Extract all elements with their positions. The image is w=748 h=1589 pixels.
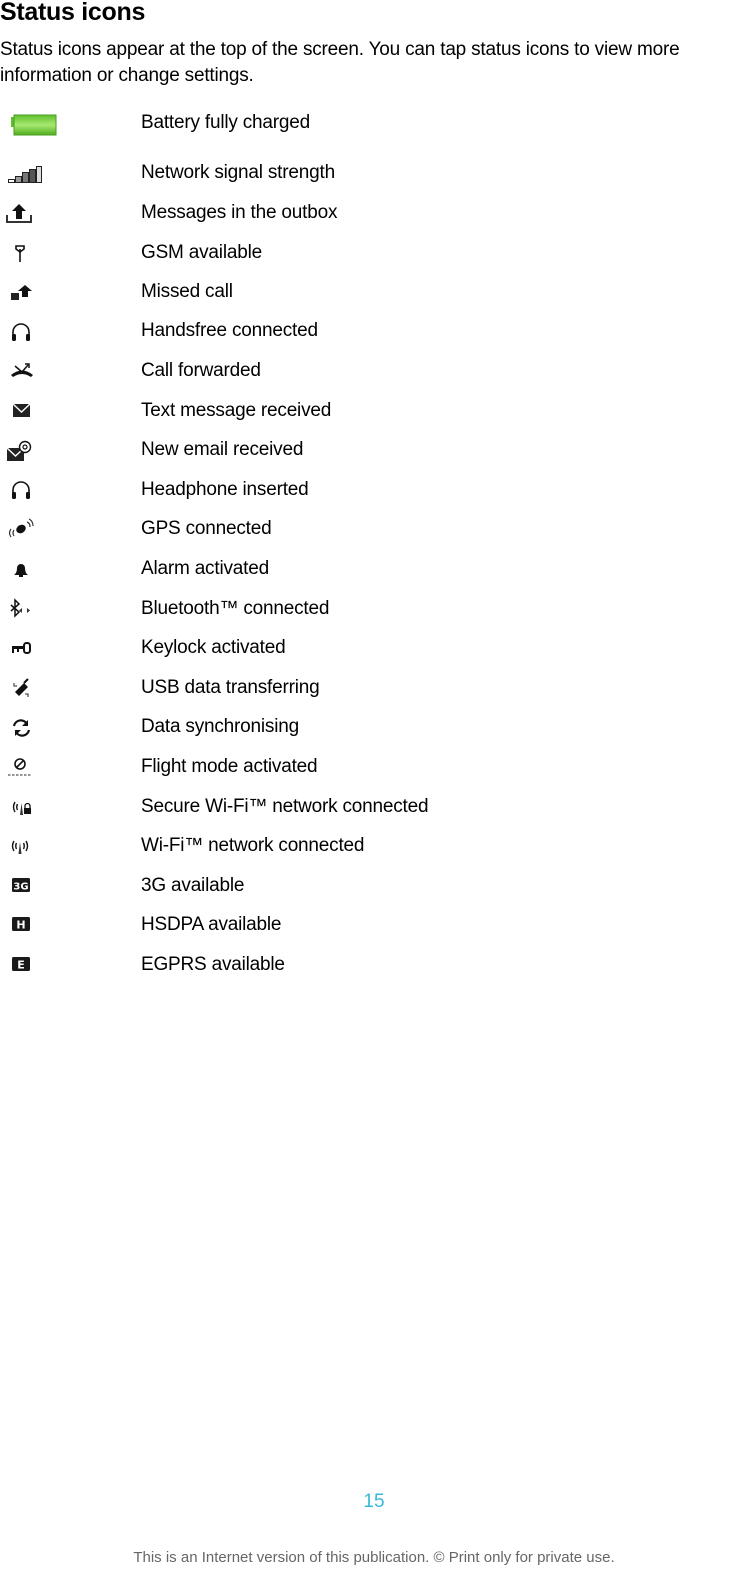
icon-label: Alarm activated [141, 558, 269, 579]
list-item: Battery fully charged [0, 110, 748, 140]
icon-label: USB data transferring [141, 677, 320, 698]
handsfree-icon [0, 318, 60, 348]
list-item: USB data transferring [0, 675, 748, 705]
usb-plug-icon [0, 675, 60, 705]
list-item: E EGPRS available [0, 952, 748, 982]
list-item: Keylock activated [0, 635, 748, 665]
icon-label: Secure Wi-Fi™ network connected [141, 796, 429, 817]
icon-label: Handsfree connected [141, 320, 318, 341]
icon-label: Call forwarded [141, 360, 261, 381]
icon-label: Messages in the outbox [141, 202, 338, 223]
list-item: 3G 3G available [0, 873, 748, 903]
icon-label: Bluetooth™ connected [141, 598, 330, 619]
icon-label: Text message received [141, 400, 332, 421]
list-item: Text message received [0, 398, 748, 428]
icon-label: HSDPA available [141, 914, 282, 935]
list-item: Data synchronising [0, 714, 748, 744]
sync-icon [0, 714, 60, 744]
icon-label: Missed call [141, 281, 233, 302]
list-item: Handsfree connected [0, 318, 748, 348]
icon-label: New email received [141, 439, 304, 460]
bluetooth-icon [0, 596, 60, 626]
list-item: H HSDPA available [0, 912, 748, 942]
list-item: Wi-Fi™ network connected [0, 833, 748, 863]
egprs-badge-icon: E [0, 952, 60, 982]
badge-text: 3G [13, 882, 28, 893]
list-item: Flight mode activated [0, 754, 748, 784]
flight-mode-icon [0, 754, 60, 784]
icon-label: Battery fully charged [141, 112, 310, 133]
icon-label: Keylock activated [141, 637, 286, 658]
call-forwarded-icon [0, 358, 60, 388]
list-item: Call forwarded [0, 358, 748, 388]
wifi-icon [0, 833, 60, 863]
hsdpa-badge-icon: H [0, 912, 60, 942]
list-item: GSM available [0, 240, 748, 270]
list-item: Alarm activated [0, 556, 748, 586]
list-item: New email received [0, 437, 748, 467]
list-item: GPS connected [0, 516, 748, 546]
footer-notice: This is an Internet version of this publ… [133, 1549, 615, 1566]
badge-text: E [17, 959, 25, 972]
page-title: Status icons [0, 0, 146, 26]
badge-text: H [16, 919, 25, 932]
list-item: Missed call [0, 279, 748, 309]
3g-badge-icon: 3G [0, 873, 60, 903]
list-item: Bluetooth™ connected [0, 596, 748, 626]
outbox-icon [0, 200, 60, 230]
key-icon [0, 635, 60, 665]
list-item: Network signal strength [0, 160, 748, 190]
list-item: Messages in the outbox [0, 200, 748, 230]
signal-strength-icon [0, 160, 60, 190]
envelope-icon [0, 398, 60, 428]
list-item: Headphone inserted [0, 477, 748, 507]
icon-label: Wi-Fi™ network connected [141, 835, 365, 856]
page-number: 15 [363, 1491, 385, 1512]
email-at-icon [0, 437, 60, 467]
icon-label: Data synchronising [141, 716, 299, 737]
alarm-bell-icon [0, 556, 60, 586]
icon-label: GSM available [141, 242, 262, 263]
icon-label: GPS connected [141, 518, 272, 539]
icon-label: Flight mode activated [141, 756, 318, 777]
headphone-icon [0, 477, 60, 507]
icon-label: Headphone inserted [141, 479, 309, 500]
battery-full-icon [0, 110, 60, 140]
icon-label: 3G available [141, 875, 245, 896]
icon-label: EGPRS available [141, 954, 285, 975]
wifi-secure-icon [0, 794, 60, 824]
gsm-antenna-icon [0, 240, 60, 270]
intro-paragraph: Status icons appear at the top of the sc… [0, 39, 680, 86]
icon-label: Network signal strength [141, 162, 335, 183]
list-item: Secure Wi-Fi™ network connected [0, 794, 748, 824]
gps-satellite-icon [0, 516, 60, 546]
missed-call-icon [0, 279, 60, 309]
